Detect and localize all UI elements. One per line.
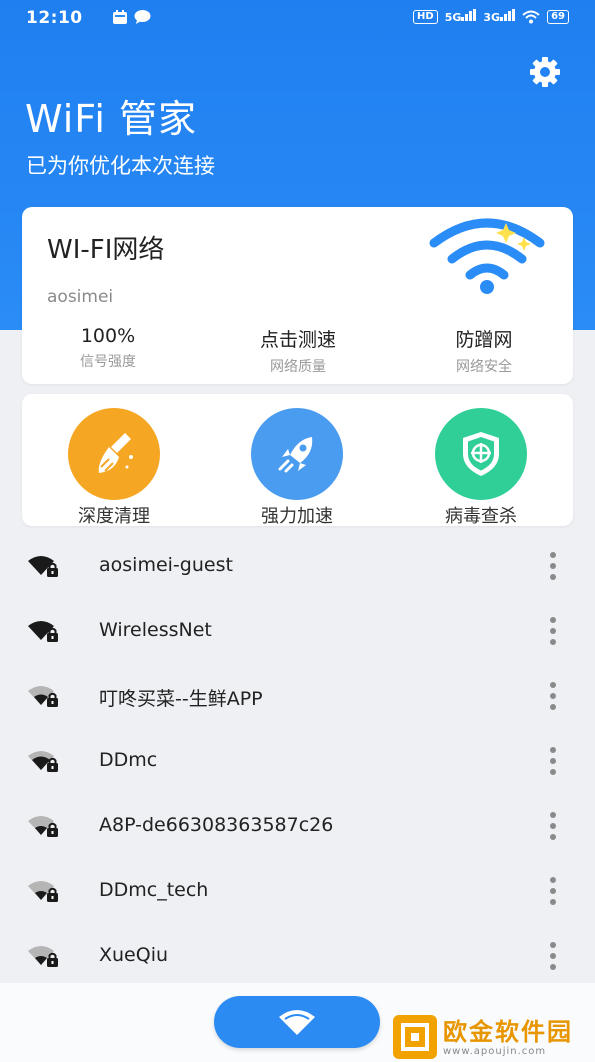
more-options-icon[interactable] (542, 939, 564, 973)
app-subtitle: 已为你优化本次连接 (26, 154, 215, 178)
watermark-title: 欧金软件园 (443, 1017, 573, 1046)
tool-label: 深度清理 (78, 506, 150, 527)
network-name: 叮咚买菜--生鲜APP (99, 688, 263, 710)
wifi-signal-icon (429, 218, 545, 294)
signal-5g: 5G (445, 9, 477, 24)
list-item[interactable]: 叮咚买菜--生鲜APP (0, 663, 595, 728)
signal-bars-icon (500, 9, 516, 21)
anti-leech-stat[interactable]: 防蹭网 网络安全 (414, 325, 554, 376)
tool-icon-circle (251, 408, 343, 500)
more-options-icon[interactable] (542, 809, 564, 843)
speed-boost-button[interactable]: 强力加速 (227, 408, 367, 528)
rocket-icon (278, 437, 313, 473)
wifi-network-card[interactable]: WI-FI网络 aosimei 100% 信号强度 点击测速 网络质量 防蹭网 … (22, 207, 573, 384)
connected-ssid: aosimei (47, 287, 114, 307)
list-item[interactable]: WirelessNet (0, 598, 595, 663)
stat-value: 100% (80, 325, 136, 347)
locked-wifi-icon (28, 751, 58, 772)
tool-icon-circle (68, 408, 160, 500)
signal-strength-stat: 100% 信号强度 (38, 325, 178, 371)
more-options-icon[interactable] (542, 679, 564, 713)
wifi-icon (279, 1010, 315, 1035)
watermark-logo-icon (393, 1015, 437, 1059)
more-options-icon[interactable] (542, 874, 564, 908)
list-item[interactable]: DDmc_tech (0, 858, 595, 923)
network-5g-label: 5G (444, 11, 462, 24)
locked-wifi-icon (28, 816, 58, 837)
status-time: 12:10 (26, 8, 83, 28)
list-item[interactable]: XueQiu (0, 923, 595, 988)
wifi-stats: 100% 信号强度 点击测速 网络质量 防蹭网 网络安全 (22, 325, 573, 375)
network-name: XueQiu (99, 944, 169, 966)
signal-bars-icon (461, 9, 477, 21)
message-icon (134, 10, 151, 24)
wifi-status-icon (522, 10, 540, 23)
list-item[interactable]: DDmc (0, 728, 595, 793)
locked-wifi-icon (28, 686, 58, 707)
network-list: aosimei-guest WirelessNet 叮咚买菜--生鲜APP DD… (0, 533, 595, 988)
tool-icon-circle (435, 408, 527, 500)
signal-3g: 3G (483, 9, 516, 24)
deep-clean-button[interactable]: 深度清理 (44, 408, 184, 528)
watermark: 欧金软件园 www.apoujin.com (393, 1012, 595, 1062)
locked-wifi-icon (28, 946, 58, 967)
tool-label: 强力加速 (261, 506, 333, 527)
list-item[interactable]: aosimei-guest (0, 533, 595, 598)
app-title: WiFi 管家 (25, 97, 198, 141)
locked-wifi-icon (28, 621, 58, 642)
more-options-icon[interactable] (542, 744, 564, 778)
calendar-icon (113, 10, 127, 24)
more-options-icon[interactable] (542, 549, 564, 583)
stat-value: 点击测速 (259, 329, 336, 351)
tools-card: 深度清理 强力加速 病毒查杀 (22, 394, 573, 528)
network-3g-label: 3G (483, 11, 501, 24)
stat-label: 网络安全 (456, 359, 512, 375)
watermark-text: 欧金软件园 www.apoujin.com (443, 1018, 573, 1057)
gear-icon (530, 57, 560, 87)
virus-scan-button[interactable]: 病毒查杀 (411, 408, 551, 528)
hd-badge: HD (413, 9, 438, 24)
network-name: WirelessNet (99, 619, 212, 641)
list-item[interactable]: A8P-de66308363587c26 (0, 793, 595, 858)
stat-label: 信号强度 (80, 354, 136, 370)
broom-icon (98, 433, 133, 473)
network-card-title: WI-FI网络 (47, 235, 165, 265)
stat-label: 网络质量 (270, 359, 326, 375)
speed-test-stat[interactable]: 点击测速 网络质量 (228, 325, 368, 376)
network-name: DDmc_tech (99, 879, 209, 901)
network-name: A8P-de66308363587c26 (99, 814, 334, 836)
network-name: DDmc (99, 749, 158, 771)
tool-label: 病毒查杀 (445, 506, 517, 527)
stat-value: 防蹭网 (455, 329, 513, 351)
status-indicators: HD 5G 3G 69 (413, 9, 569, 24)
battery-icon: 69 (547, 9, 569, 24)
watermark-url: www.apoujin.com (443, 1045, 547, 1057)
locked-wifi-icon (28, 881, 58, 902)
more-options-icon[interactable] (542, 614, 564, 648)
status-bar: 12:10 HD 5G 3G 69 (0, 0, 595, 36)
shield-icon (463, 432, 499, 476)
wifi-scan-button[interactable] (214, 996, 380, 1048)
locked-wifi-icon (28, 556, 58, 577)
notification-icons (112, 9, 151, 25)
settings-button[interactable] (527, 54, 563, 90)
network-name: aosimei-guest (99, 554, 233, 576)
